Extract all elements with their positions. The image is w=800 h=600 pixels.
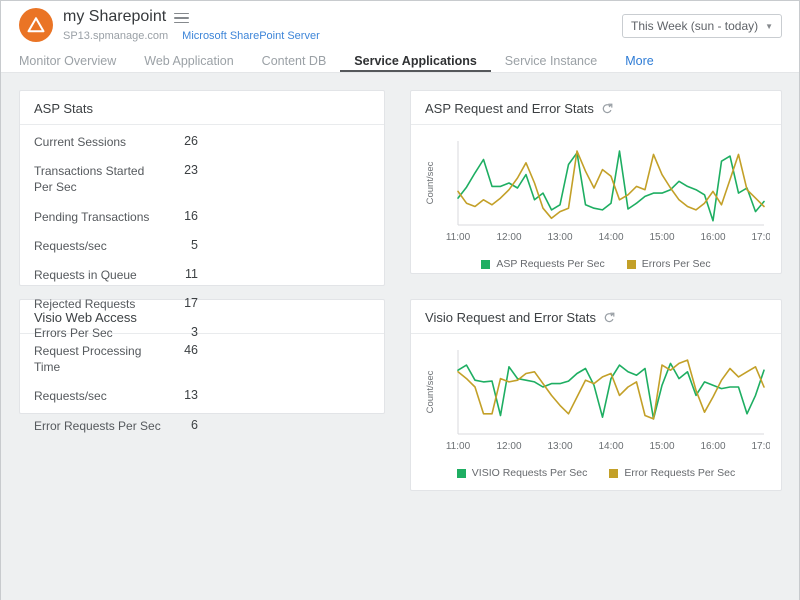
gold-series-swatch bbox=[609, 469, 618, 478]
stat-value: 17 bbox=[162, 296, 198, 310]
stat-label: Pending Transactions bbox=[34, 209, 162, 225]
left-column: ASP Stats Current Sessions 26 Transactio… bbox=[19, 90, 385, 414]
table-row: Request Processing Time 46 bbox=[34, 336, 370, 381]
green-series-swatch bbox=[457, 469, 466, 478]
svg-text:11:00: 11:00 bbox=[446, 441, 471, 452]
legend-item: Errors Per Sec bbox=[627, 258, 711, 270]
asp-stats-title: ASP Stats bbox=[20, 91, 384, 125]
nav-tabs: Monitor Overview Web Application Content… bbox=[1, 49, 799, 73]
svg-text:17:0..: 17:0.. bbox=[751, 441, 770, 452]
stat-value: 26 bbox=[162, 134, 198, 148]
time-range-dropdown[interactable]: This Week (sun - today) ▼ bbox=[622, 14, 782, 38]
stat-value: 46 bbox=[162, 343, 198, 357]
open-chart-icon[interactable] bbox=[603, 312, 615, 324]
stat-label: Transactions Started Per Sec bbox=[34, 163, 162, 195]
tab-more[interactable]: More bbox=[611, 49, 667, 72]
legend-label: ASP Requests Per Sec bbox=[496, 258, 604, 270]
svg-text:13:00: 13:00 bbox=[547, 232, 572, 243]
svg-text:14:00: 14:00 bbox=[598, 232, 623, 243]
svg-text:15:00: 15:00 bbox=[649, 441, 674, 452]
stat-value: 11 bbox=[162, 267, 198, 281]
sharepoint-server-link[interactable]: Microsoft SharePoint Server bbox=[182, 30, 320, 42]
asp-chart: 11:00 12:00 13:00 14:00 15:00 16:00 17:0.. Coun… bbox=[422, 133, 770, 251]
table-row: Requests/sec 13 bbox=[34, 381, 370, 410]
stat-value: 6 bbox=[162, 418, 198, 432]
warning-triangle-icon bbox=[26, 16, 46, 34]
stat-label: Current Sessions bbox=[34, 134, 162, 150]
visio-web-access-panel: Visio Web Access Request Processing Time… bbox=[19, 299, 385, 414]
stat-value: 13 bbox=[162, 388, 198, 402]
stat-value: 3 bbox=[162, 325, 198, 339]
table-row: Requests/sec 5 bbox=[34, 231, 370, 260]
legend-label: Error Requests Per Sec bbox=[624, 467, 735, 479]
content-area: ASP Stats Current Sessions 26 Transactio… bbox=[1, 73, 799, 600]
svg-text:16:00: 16:00 bbox=[700, 441, 725, 452]
legend-item: ASP Requests Per Sec bbox=[481, 258, 604, 270]
tab-service-instance[interactable]: Service Instance bbox=[491, 49, 611, 72]
stat-label: Error Requests Per Sec bbox=[34, 418, 162, 434]
chevron-down-icon: ▼ bbox=[765, 22, 773, 31]
svg-text:17:0..: 17:0.. bbox=[751, 232, 770, 243]
svg-text:12:00: 12:00 bbox=[496, 441, 521, 452]
table-row: Transactions Started Per Sec 23 bbox=[34, 156, 370, 201]
stat-value: 23 bbox=[162, 163, 198, 177]
svg-text:Count/sec: Count/sec bbox=[425, 161, 436, 204]
asp-chart-legend: ASP Requests Per Sec Errors Per Sec bbox=[411, 258, 781, 270]
legend-item: VISIO Requests Per Sec bbox=[457, 467, 588, 479]
visio-chart-legend: VISIO Requests Per Sec Error Requests Pe… bbox=[411, 467, 781, 479]
svg-text:15:00: 15:00 bbox=[649, 232, 674, 243]
visio-chart-panel: Visio Request and Error Stats 11:00 12:00… bbox=[410, 299, 782, 491]
header: my Sharepoint SP13.spmanage.com Microsof… bbox=[1, 1, 799, 49]
legend-label: Errors Per Sec bbox=[642, 258, 711, 270]
title-block: my Sharepoint SP13.spmanage.com Microsof… bbox=[63, 8, 320, 42]
visio-chart-title: Visio Request and Error Stats bbox=[425, 310, 596, 325]
tab-service-applications[interactable]: Service Applications bbox=[340, 49, 491, 72]
table-row: Requests in Queue 11 bbox=[34, 260, 370, 289]
monitor-status-logo bbox=[19, 8, 53, 42]
table-row: Pending Transactions 16 bbox=[34, 202, 370, 231]
asp-chart-panel: ASP Request and Error Stats 11:00 12:00 13… bbox=[410, 90, 782, 274]
asp-chart-title: ASP Request and Error Stats bbox=[425, 101, 594, 116]
gold-series-swatch bbox=[627, 260, 636, 269]
open-chart-icon[interactable] bbox=[601, 103, 613, 115]
legend-item: Error Requests Per Sec bbox=[609, 467, 735, 479]
time-range-value: This Week (sun - today) bbox=[631, 19, 758, 33]
svg-text:12:00: 12:00 bbox=[496, 232, 521, 243]
stat-label: Errors Per Sec bbox=[34, 325, 162, 341]
svg-text:16:00: 16:00 bbox=[700, 232, 725, 243]
stat-label: Requests/sec bbox=[34, 238, 162, 254]
svg-text:11:00: 11:00 bbox=[446, 232, 471, 243]
stat-label: Requests/sec bbox=[34, 388, 162, 404]
svg-text:13:00: 13:00 bbox=[547, 441, 572, 452]
stat-label: Requests in Queue bbox=[34, 267, 162, 283]
legend-label: VISIO Requests Per Sec bbox=[472, 467, 588, 479]
svg-text:14:00: 14:00 bbox=[598, 441, 623, 452]
tab-monitor-overview[interactable]: Monitor Overview bbox=[19, 49, 130, 72]
green-series-swatch bbox=[481, 260, 490, 269]
stat-label: Request Processing Time bbox=[34, 343, 162, 375]
svg-text:Count/sec: Count/sec bbox=[425, 370, 436, 413]
asp-stats-panel: ASP Stats Current Sessions 26 Transactio… bbox=[19, 90, 385, 286]
tab-content-db[interactable]: Content DB bbox=[248, 49, 341, 72]
tab-web-application[interactable]: Web Application bbox=[130, 49, 247, 72]
table-row: Error Requests Per Sec 6 bbox=[34, 411, 370, 440]
visio-chart: 11:00 12:00 13:00 14:00 15:00 16:00 17:0.. Coun… bbox=[422, 342, 770, 460]
hamburger-menu-icon[interactable] bbox=[174, 11, 189, 24]
app-window: my Sharepoint SP13.spmanage.com Microsof… bbox=[0, 0, 800, 600]
monitor-host: SP13.spmanage.com bbox=[63, 30, 168, 42]
stat-value: 16 bbox=[162, 209, 198, 223]
stat-value: 5 bbox=[162, 238, 198, 252]
table-row: Current Sessions 26 bbox=[34, 127, 370, 156]
page-title: my Sharepoint bbox=[63, 8, 166, 26]
right-column: ASP Request and Error Stats 11:00 12:00 13… bbox=[410, 90, 782, 491]
